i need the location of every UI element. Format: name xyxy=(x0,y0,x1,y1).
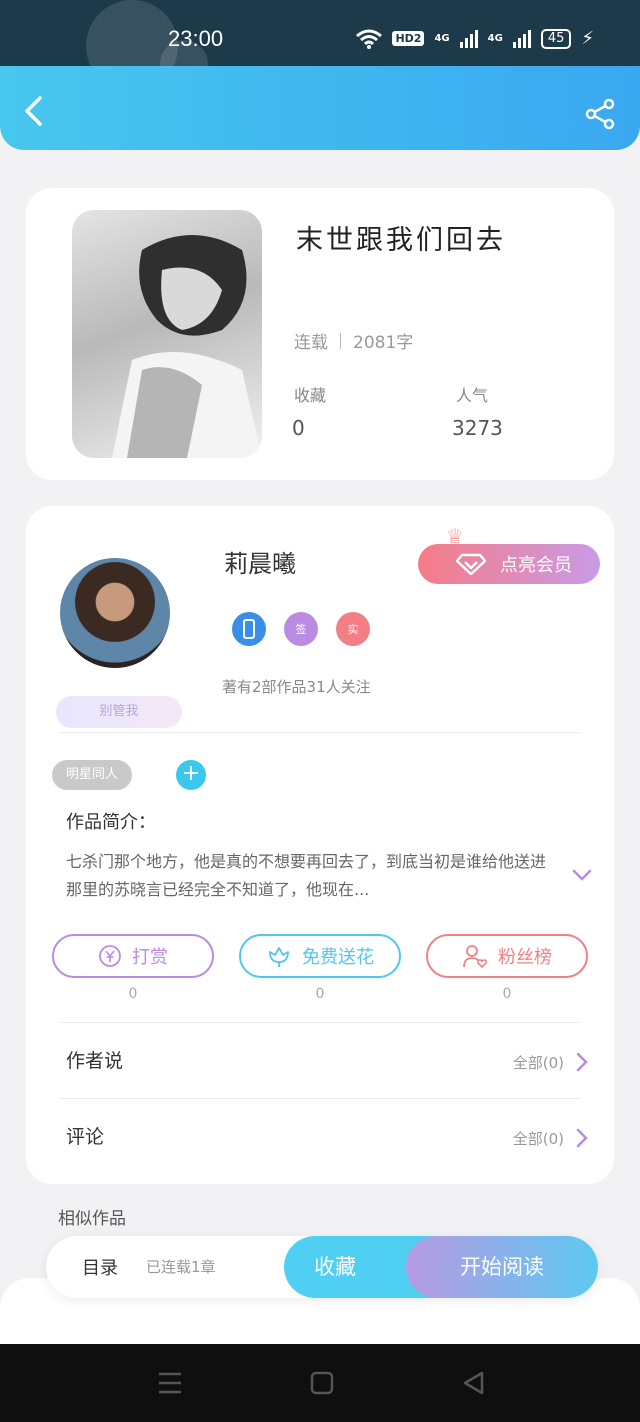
status-bar: 23:00 HD2 4G 4G 45 ⚡ xyxy=(0,0,640,66)
divider xyxy=(340,332,341,349)
back-icon[interactable] xyxy=(22,96,46,126)
divider xyxy=(60,1022,580,1023)
system-nav-bar xyxy=(0,1344,640,1422)
book-status-line: 连载 2081字 xyxy=(294,328,413,353)
signed-badge-icon: 签 xyxy=(284,612,318,646)
divider xyxy=(60,732,580,733)
catalog-button[interactable]: 目录 xyxy=(82,1254,118,1280)
comments-label: 评论 xyxy=(66,1126,105,1148)
popularity-value: 3273 xyxy=(452,416,503,440)
book-title: 末世跟我们回去 xyxy=(296,225,506,256)
avatar[interactable] xyxy=(60,558,170,668)
share-icon[interactable] xyxy=(584,98,616,130)
intro-label: 作品简介： xyxy=(66,812,156,833)
popularity-label: 人气 xyxy=(456,386,489,405)
flower-icon xyxy=(269,947,289,967)
activate-vip-button[interactable]: 点亮会员 xyxy=(418,544,600,584)
author-card: 别管我 莉晨曦 ♕ 点亮会员 签 实 著有2部作品31人关注 明星同人 + 作品… xyxy=(26,506,614,1184)
menu-icon[interactable] xyxy=(156,1370,184,1396)
divider xyxy=(60,1098,580,1099)
charging-icon: ⚡ xyxy=(581,28,594,49)
vip-label: 点亮会员 xyxy=(500,555,572,576)
genre-tag[interactable]: 明星同人 xyxy=(52,760,133,790)
bottom-action-bar: 目录 已连载1章 收藏 开始阅读 xyxy=(46,1236,598,1298)
tip-button[interactable]: 打赏 xyxy=(52,934,214,978)
serial-status: 连载 xyxy=(294,333,328,353)
author-says-label: 作者说 xyxy=(66,1050,124,1072)
author-says-count: 全部(0) xyxy=(512,1054,564,1072)
vip-button-wrap: ♕ 点亮会员 xyxy=(418,524,600,584)
wifi-icon xyxy=(356,29,383,49)
fan-ranking-button[interactable]: 粉丝榜 xyxy=(426,934,588,978)
net-type: 4G xyxy=(434,33,450,44)
yen-coin-icon xyxy=(99,945,121,967)
works-followers-line: 著有2部作品31人关注 xyxy=(222,678,371,696)
top-header xyxy=(0,66,640,150)
clock: 23:00 xyxy=(168,26,224,51)
word-count: 2081字 xyxy=(353,333,414,353)
chapter-status: 已连载1章 xyxy=(146,1258,216,1276)
phone-badge-icon xyxy=(232,612,266,646)
net-type: 4G xyxy=(487,33,503,44)
diamond-icon xyxy=(456,553,486,575)
home-icon[interactable] xyxy=(308,1370,336,1396)
book-cover[interactable] xyxy=(72,210,262,458)
book-info-card: 末世跟我们回去 连载 2081字 收藏 0 人气 3273 xyxy=(26,188,614,480)
flower-count: 0 xyxy=(315,986,325,1002)
back-nav-icon[interactable] xyxy=(460,1370,488,1396)
add-tag-button[interactable]: + xyxy=(176,760,206,790)
comments-count: 全部(0) xyxy=(512,1130,564,1148)
signal-4g-icon: 4G xyxy=(434,33,449,44)
hd-icon: HD2 xyxy=(392,31,425,46)
status-icons: HD2 4G 4G 45 ⚡ xyxy=(356,28,594,49)
signal-bars-icon xyxy=(512,29,531,48)
tip-count: 0 xyxy=(128,986,138,1002)
chevron-down-icon[interactable] xyxy=(572,868,592,882)
battery-icon: 45 xyxy=(540,28,572,49)
fan-ranking-count: 0 xyxy=(502,986,512,1002)
favorites-label: 收藏 xyxy=(294,386,327,405)
fan-ranking-label: 粉丝榜 xyxy=(498,947,552,968)
nickname-tag: 别管我 xyxy=(56,696,182,728)
send-flower-button[interactable]: 免费送花 xyxy=(239,934,401,978)
comments-row[interactable]: 评论 全部(0) xyxy=(26,1108,614,1174)
verified-badge-icon: 实 xyxy=(336,612,370,646)
start-reading-button[interactable]: 开始阅读 xyxy=(406,1236,598,1298)
signal-4g-icon: 4G xyxy=(488,33,503,44)
intro-text: 七杀门那个地方，他是真的不想要再回去了，到底当初是谁给他送进那里的苏晓言已经完全… xyxy=(66,852,547,899)
author-badges: 签 实 xyxy=(232,612,370,646)
favorites-value: 0 xyxy=(292,416,305,440)
user-heart-icon xyxy=(463,945,488,969)
signal-bars-icon xyxy=(459,29,478,48)
similar-works-title: 相似作品 xyxy=(58,1209,126,1229)
chevron-right-icon xyxy=(576,1052,588,1072)
author-says-row[interactable]: 作者说 全部(0) xyxy=(26,1032,614,1098)
flower-label: 免费送花 xyxy=(302,947,374,968)
tip-label: 打赏 xyxy=(132,947,168,968)
chevron-right-icon xyxy=(576,1128,588,1148)
author-name[interactable]: 莉晨曦 xyxy=(224,544,296,579)
cover-image xyxy=(112,235,262,458)
